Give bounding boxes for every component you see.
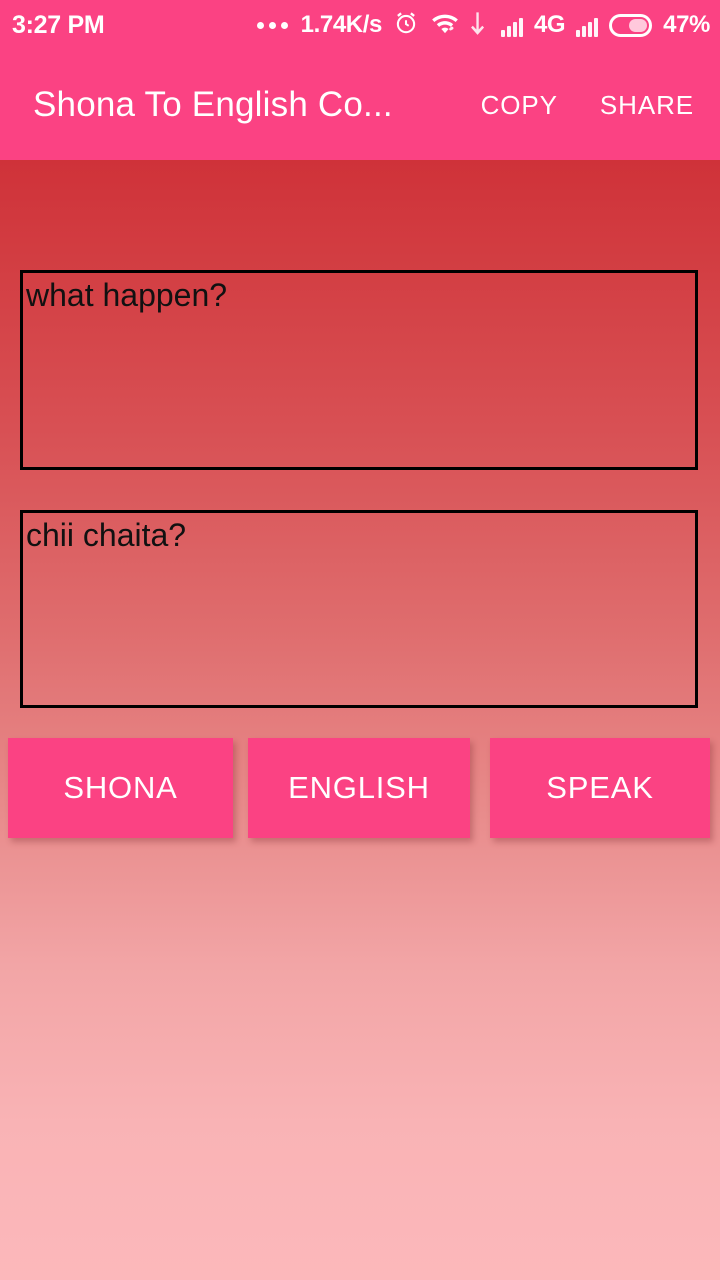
english-button[interactable]: ENGLISH <box>248 738 470 838</box>
speak-button[interactable]: SPEAK <box>490 738 710 838</box>
alarm-clock-icon <box>393 10 419 41</box>
shona-button[interactable]: SHONA <box>8 738 233 838</box>
copy-button[interactable]: COPY <box>479 84 560 127</box>
data-transfer-icon <box>470 10 490 41</box>
status-bar-clock: 3:27 PM <box>12 10 105 39</box>
translated-text-output[interactable] <box>20 510 698 708</box>
overflow-dots-icon <box>256 21 288 29</box>
battery-percent-label: 47% <box>663 11 710 38</box>
status-bar-icons: 1.74K/s 4G 47% <box>256 10 710 41</box>
page-title: Shona To English Co... <box>33 85 393 124</box>
network-speed-label: 1.74K/s <box>300 11 383 38</box>
cellular-signal-icon-1 <box>500 13 523 37</box>
status-bar: 3:27 PM 1.74K/s 4G 47% <box>0 0 720 50</box>
cellular-signal-icon-2 <box>576 13 599 37</box>
source-text-input[interactable] <box>20 270 698 470</box>
share-button[interactable]: SHARE <box>598 84 696 127</box>
network-type-label: 4G <box>533 11 566 38</box>
wifi-icon <box>430 10 460 41</box>
app-bar: Shona To English Co... COPY SHARE <box>0 50 720 160</box>
app-bar-actions: COPY SHARE <box>479 84 696 127</box>
main-content: SHONA ENGLISH SPEAK <box>0 160 720 1280</box>
battery-icon <box>609 13 653 37</box>
